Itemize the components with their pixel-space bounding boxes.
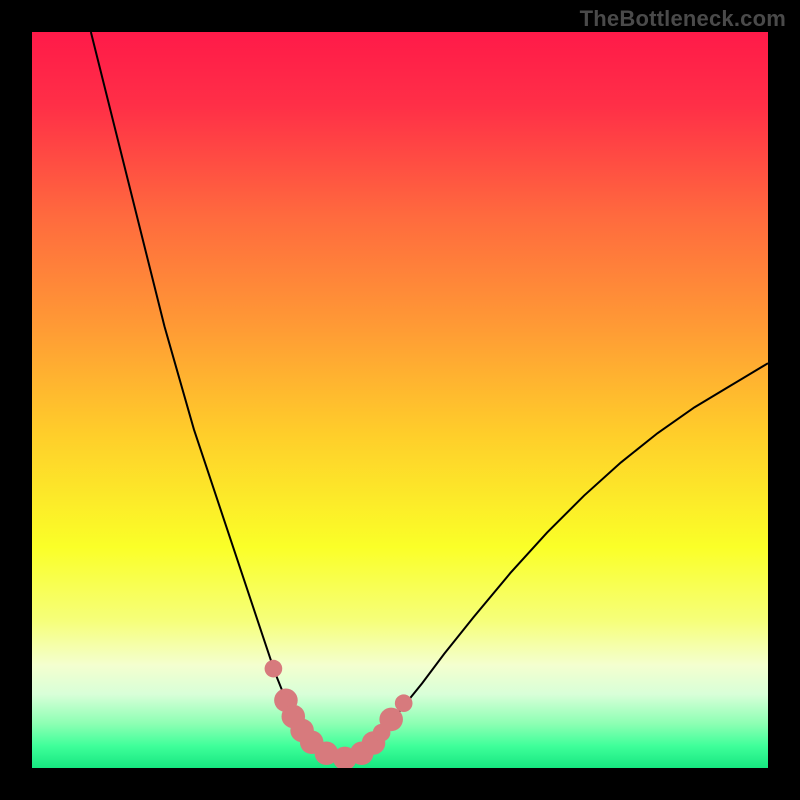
plot-area [32, 32, 768, 768]
watermark-text: TheBottleneck.com [580, 6, 786, 32]
gradient-background [32, 32, 768, 768]
chart-frame: TheBottleneck.com [0, 0, 800, 800]
curve-marker [265, 660, 283, 678]
curve-marker [379, 708, 403, 732]
curve-marker [395, 694, 413, 712]
plot-svg [32, 32, 768, 768]
